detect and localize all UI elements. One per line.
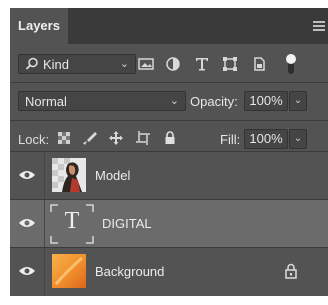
- blend-mode-select[interactable]: Normal ⌄: [18, 91, 186, 111]
- layer-name[interactable]: Background: [95, 264, 164, 279]
- layer-thumbnail-model: [52, 158, 86, 192]
- tab-layers[interactable]: Layers: [10, 8, 68, 44]
- visibility-divider: [44, 248, 45, 296]
- fill-label: Fill:: [220, 132, 241, 147]
- eye-icon[interactable]: [18, 217, 36, 229]
- layers-panel: Layers Kind ⌄ Normal ⌄ Opacity: 100% ⌄ L…: [10, 8, 328, 296]
- layer-row-model[interactable]: Model: [10, 151, 328, 200]
- chevron-down-icon: ⌄: [119, 58, 129, 70]
- divider: [10, 82, 328, 83]
- blend-mode-value: Normal: [25, 94, 67, 109]
- lock-label: Lock:: [18, 132, 50, 147]
- fill-input[interactable]: 100%: [244, 129, 288, 149]
- lock-transparent-pixels-icon[interactable]: [56, 130, 72, 146]
- chevron-down-icon: ⌄: [169, 95, 179, 107]
- lock-image-pixels-icon[interactable]: [82, 130, 98, 146]
- layer-row-background[interactable]: Background: [10, 247, 328, 296]
- lock-icon[interactable]: [285, 263, 297, 279]
- filter-toggle-icon[interactable]: [284, 52, 298, 76]
- image-filter-icon[interactable]: [137, 56, 155, 72]
- text-layer-glyph: T: [64, 208, 80, 234]
- panel-tab-bar: Layers: [10, 8, 328, 44]
- layer-row-digital[interactable]: T DIGITAL: [10, 199, 328, 248]
- shape-filter-icon[interactable]: [221, 56, 239, 72]
- visibility-divider: [44, 152, 45, 200]
- lock-position-icon[interactable]: [108, 130, 124, 146]
- opacity-dropdown-button[interactable]: ⌄: [289, 91, 307, 111]
- filter-kind-label: Kind: [43, 57, 70, 72]
- filter-kind-select[interactable]: Kind ⌄: [18, 54, 136, 74]
- divider: [10, 120, 328, 121]
- lock-artboard-icon[interactable]: [135, 130, 151, 146]
- opacity-input[interactable]: 100%: [244, 91, 288, 111]
- layer-thumbnail-background: [52, 254, 86, 288]
- visibility-divider: [44, 200, 45, 248]
- eye-icon[interactable]: [18, 169, 36, 181]
- smart-object-filter-icon[interactable]: [250, 56, 268, 72]
- search-icon: [25, 57, 38, 70]
- eye-icon[interactable]: [18, 265, 36, 277]
- layer-name[interactable]: Model: [95, 168, 130, 183]
- hamburger-menu-icon[interactable]: [313, 21, 325, 31]
- layer-thumbnail-digital: T: [50, 204, 94, 244]
- type-filter-icon[interactable]: [193, 56, 211, 72]
- lock-all-icon[interactable]: [162, 130, 178, 146]
- fill-dropdown-button[interactable]: ⌄: [289, 129, 307, 149]
- adjustment-filter-icon[interactable]: [164, 56, 182, 72]
- opacity-label: Opacity:: [190, 94, 238, 109]
- layer-name[interactable]: DIGITAL: [102, 216, 152, 231]
